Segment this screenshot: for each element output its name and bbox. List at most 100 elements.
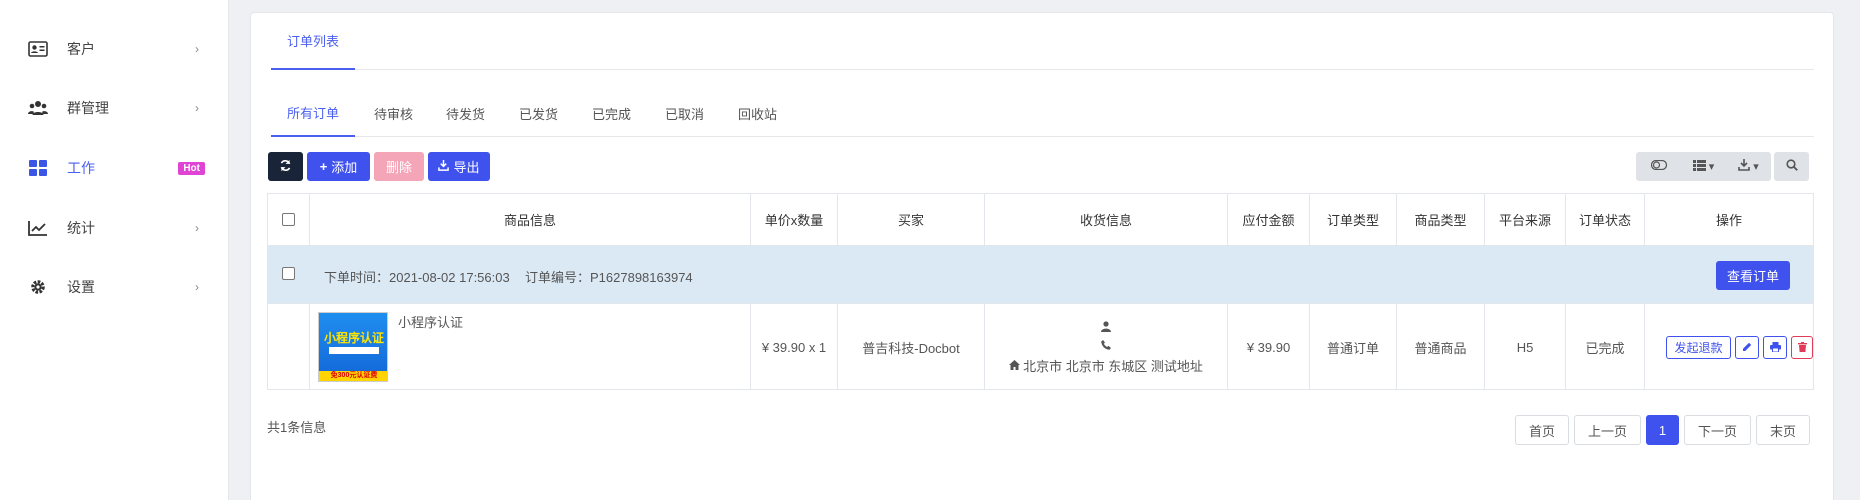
orders-panel: 订单列表 所有订单 待审核 待发货 已发货 已完成 已取消 回收站 + 添加 删… [250,12,1834,500]
thumbnail-banner [329,347,379,354]
delete-row-button[interactable] [1791,336,1813,359]
row-select-cell [268,304,310,390]
home-icon [1009,358,1021,373]
select-all-checkbox[interactable] [282,213,295,226]
thumbnail-title: 小程序认证 [323,331,384,345]
hot-badge: Hot [178,161,205,175]
trash-icon [1797,341,1807,355]
user-icon [1101,320,1111,335]
tab-completed[interactable]: 已完成 [592,90,631,137]
total-count: 共1条信息 [267,420,327,435]
chevron-right-icon: › [195,101,199,115]
plus-icon: + [319,159,328,174]
delete-button-label: 删除 [385,160,412,175]
tab-order-list[interactable]: 订单列表 [271,13,356,70]
amount-cell: ¥ 39.90 [1228,304,1310,390]
sidebar-item-label: 设置 [67,279,95,295]
shipping-cell: 北京市 北京市 东城区 测试地址 [985,304,1228,390]
header-amount: 应付金额 [1228,194,1310,245]
dashboard-grid-icon [28,158,48,178]
add-button-label: 添加 [331,160,358,175]
order-checkbox[interactable] [282,267,295,280]
export-button-label: 导出 [453,160,480,175]
goods-type-cell: 普通商品 [1397,304,1485,390]
caret-down-icon: ▾ [1753,161,1759,173]
refresh-icon [279,159,292,175]
header-goods-type: 商品类型 [1397,194,1485,245]
columns-dropdown[interactable]: ▾ [1681,152,1726,181]
page-prev[interactable]: 上一页 [1574,415,1641,445]
search-button[interactable] [1774,152,1809,181]
tab-shipped[interactable]: 已发货 [519,90,558,137]
table-row: 小程序认证 免300元认证费 小程序认证 ¥ 39.90 x 1 普吉科技-Do… [268,303,1813,390]
header-actions: 操作 [1715,213,1742,228]
order-number: 订单编号：P1627898163974 [525,270,693,285]
order-type-cell: 普通订单 [1310,304,1397,390]
export-button[interactable]: 导出 [428,152,490,181]
product-cell: 小程序认证 免300元认证费 小程序认证 [310,304,751,390]
header-product-info: 商品信息 [310,194,751,245]
page-first[interactable]: 首页 [1515,415,1569,445]
orders-table: 商品信息 单价x数量 买家 收货信息 应付金额 订单类型 商品类型 平台来源 订… [267,193,1814,390]
export-data-dropdown[interactable]: ▾ [1726,152,1771,181]
buyer-cell: 普吉科技-Docbot [838,304,985,390]
page-next[interactable]: 下一页 [1684,415,1751,445]
line-chart-icon [28,218,48,238]
contact-card-icon [28,39,48,59]
list-columns-icon [1692,159,1706,174]
product-name[interactable]: 小程序认证 [398,312,463,331]
chevron-right-icon: › [195,221,199,235]
chevron-right-icon: › [195,42,199,56]
gear-icon [28,277,48,297]
header-shipping-info: 收货信息 [985,194,1228,245]
tab-pending-shipment[interactable]: 待发货 [446,90,485,137]
view-order-button[interactable]: 查看订单 [1716,261,1790,290]
add-button[interactable]: + 添加 [307,152,370,181]
page-last[interactable]: 末页 [1756,415,1810,445]
header-status: 订单状态 [1566,194,1645,245]
toggle-icon [1650,159,1667,173]
tab-cancelled[interactable]: 已取消 [665,90,704,137]
top-tabs: 订单列表 [271,13,1814,70]
tab-all-orders[interactable]: 所有订单 [271,90,356,137]
sidebar-item-label: 客户 [67,41,95,57]
refresh-button[interactable] [268,152,303,181]
sidebar-item-groups[interactable]: 群管理 › [0,88,229,128]
tab-pending-review[interactable]: 待审核 [374,90,413,137]
page-1[interactable]: 1 [1646,415,1679,445]
address-text: 北京市 北京市 东城区 测试地址 [1023,358,1203,374]
sidebar: 客户 › 群管理 › 工作 Hot 统计 › 设置 › [0,0,229,500]
caret-down-icon: ▾ [1708,161,1715,173]
sidebar-item-customers[interactable]: 客户 › [0,29,229,69]
download-icon [1738,159,1751,174]
tab-recycle-bin[interactable]: 回收站 [738,90,777,137]
select-all-cell [268,194,310,245]
order-status-tabs: 所有订单 待审核 待发货 已发货 已完成 已取消 回收站 [271,90,1814,137]
table-tools-group: ▾ ▾ [1636,152,1771,181]
sidebar-item-work[interactable]: 工作 Hot [0,148,229,188]
search-icon [1785,159,1798,174]
actions-cell: 发起退款 [1645,304,1813,390]
edit-button[interactable] [1735,336,1759,359]
users-icon [28,98,48,118]
header-price-qty: 单价x数量 [751,194,838,245]
sidebar-item-statistics[interactable]: 统计 › [0,208,229,248]
header-buyer: 买家 [838,194,985,245]
pencil-icon [1742,341,1752,355]
sidebar-item-label: 统计 [67,220,95,236]
print-button[interactable] [1763,336,1787,359]
status-cell: 已完成 [1566,304,1645,390]
toggle-view-button[interactable] [1636,152,1681,181]
phone-icon [1101,338,1111,353]
product-thumbnail[interactable]: 小程序认证 免300元认证费 [318,312,388,382]
delete-button[interactable]: 删除 [374,152,424,181]
order-time: 下单时间：2021-08-02 17:56:03 [324,270,510,285]
sidebar-item-settings[interactable]: 设置 › [0,267,229,307]
header-order-type: 订单类型 [1310,194,1397,245]
header-platform: 平台来源 [1485,194,1566,245]
price-qty-cell: ¥ 39.90 x 1 [751,304,838,390]
platform-cell: H5 [1485,304,1566,390]
refund-button[interactable]: 发起退款 [1666,336,1731,359]
thumbnail-footer: 免300元认证费 [319,371,387,381]
download-icon [438,159,450,174]
